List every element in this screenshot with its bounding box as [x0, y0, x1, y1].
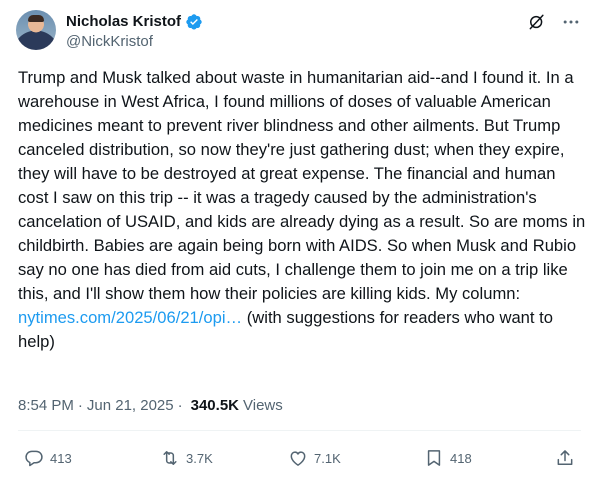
like-count: 7.1K	[314, 450, 341, 466]
views-label: Views	[243, 397, 283, 414]
tweet-text: Trump and Musk talked about waste in hum…	[18, 66, 586, 354]
more-icon[interactable]	[561, 12, 581, 32]
share-icon	[557, 450, 573, 465]
repost-icon	[163, 451, 177, 465]
tweet-meta: 8:54 PM · Jun 21, 2025 · 340.5K Views	[18, 396, 283, 416]
bookmark-count: 418	[450, 450, 472, 466]
author-name-row: Nicholas Kristof	[66, 12, 203, 32]
share-button[interactable]	[555, 444, 575, 472]
avatar[interactable]	[16, 10, 56, 50]
reply-count: 413	[50, 450, 72, 466]
meta-separator: ·	[177, 397, 183, 414]
tweet: Nicholas Kristof @NickKristof Trump and …	[0, 0, 599, 481]
reply-button[interactable]: 413	[24, 444, 72, 472]
repost-button[interactable]: 3.7K	[160, 444, 213, 472]
divider	[18, 430, 581, 431]
grok-icon[interactable]	[527, 12, 547, 32]
tweet-body-text: Trump and Musk talked about waste in hum…	[18, 68, 586, 303]
bookmark-icon	[427, 450, 441, 466]
author-handle[interactable]: @NickKristof	[66, 32, 153, 52]
tweet-time[interactable]: 8:54 PM	[18, 396, 74, 416]
author-display-name[interactable]: Nicholas Kristof	[66, 12, 181, 32]
repost-count: 3.7K	[186, 450, 213, 466]
tweet-date[interactable]: Jun 21, 2025	[87, 396, 174, 416]
bookmark-button[interactable]: 418	[424, 444, 472, 472]
reply-icon	[25, 450, 43, 467]
heart-icon	[290, 451, 306, 466]
views-count: 340.5K	[190, 397, 239, 414]
tweet-link[interactable]: nytimes.com/2025/06/21/opi…	[18, 308, 242, 327]
avatar-hair	[28, 15, 44, 22]
action-bar: 413 3.7K 7.1K 418	[0, 444, 599, 472]
top-actions	[527, 12, 581, 32]
verified-badge-icon[interactable]	[185, 13, 203, 31]
like-button[interactable]: 7.1K	[288, 444, 341, 472]
meta-separator: ·	[77, 397, 83, 414]
